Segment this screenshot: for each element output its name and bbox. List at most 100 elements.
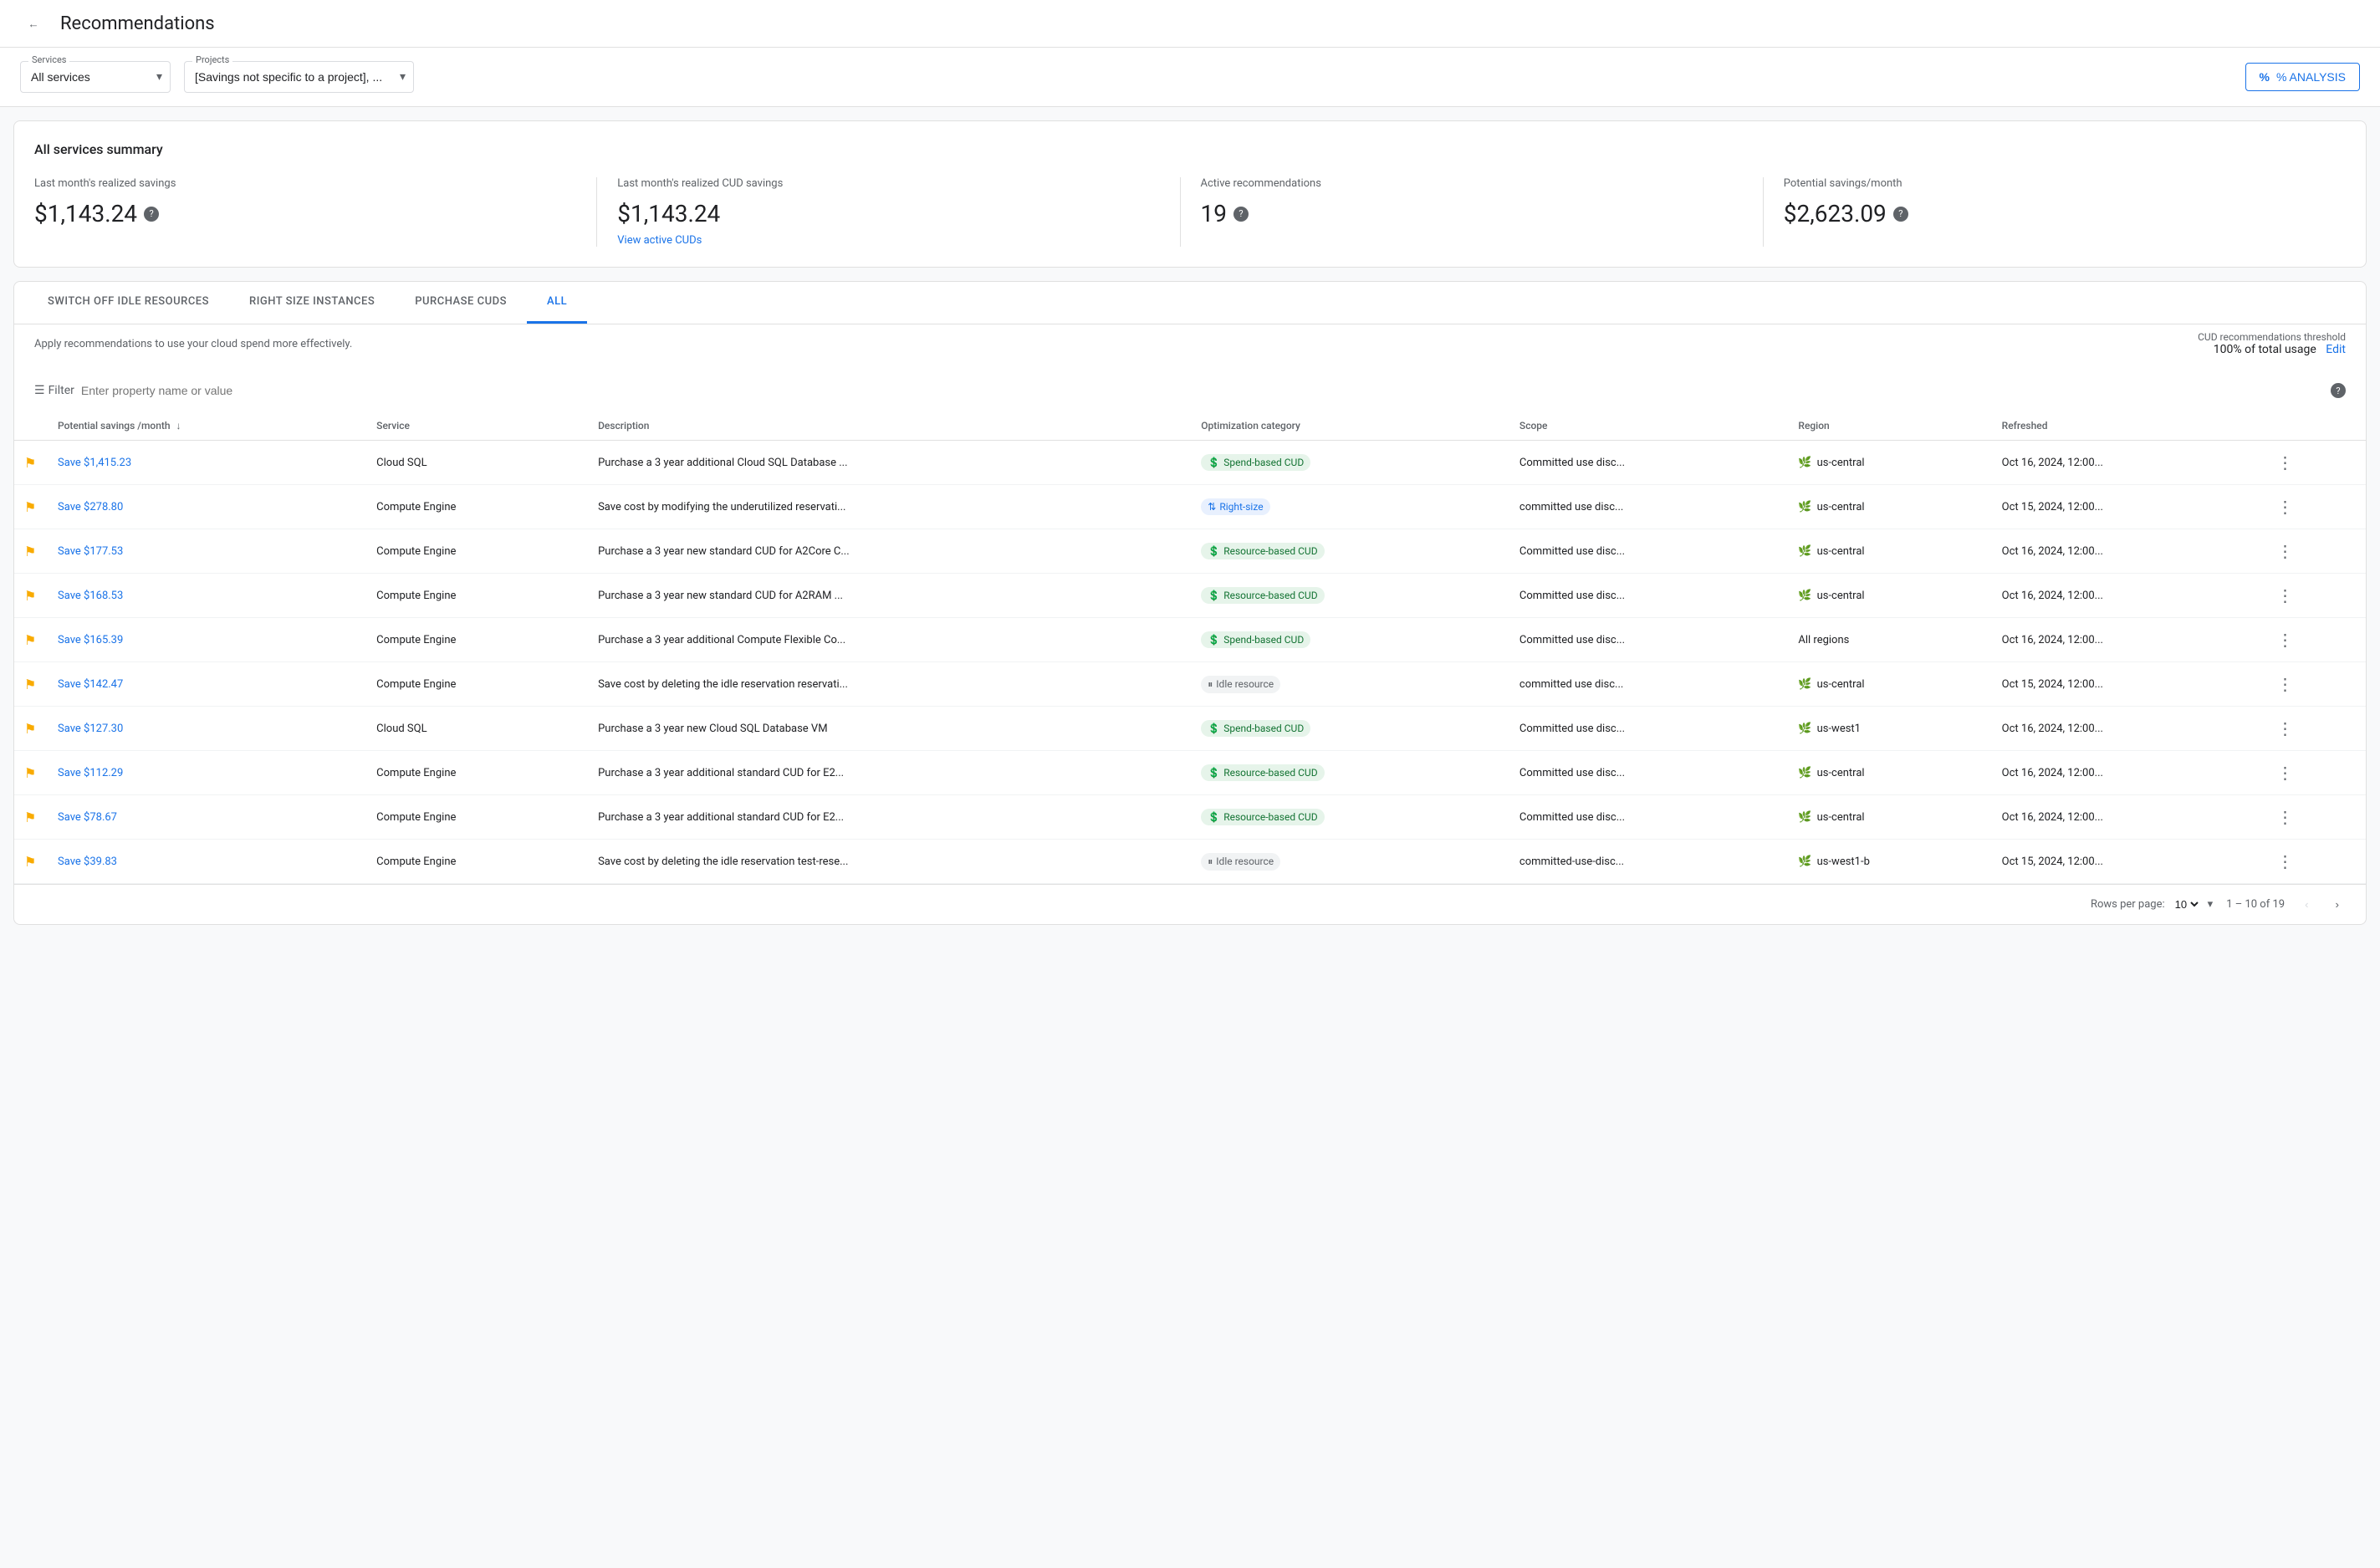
category-cell: 💲 Resource-based CUD <box>1191 529 1509 574</box>
savings-cell: Save $168.53 <box>48 574 366 618</box>
scope-cell: committed-use-disc... <box>1509 840 1788 884</box>
projects-filter[interactable]: Projects [Savings not specific to a proj… <box>184 61 414 93</box>
more-actions-button[interactable]: ⋮ <box>2272 449 2299 476</box>
realized-savings-info-icon[interactable]: ? <box>144 207 159 222</box>
tab-purchase-cuds[interactable]: PURCHASE CUDS <box>395 282 527 324</box>
view-active-cuds-link[interactable]: View active CUDs <box>617 234 1159 247</box>
projects-select[interactable]: [Savings not specific to a project], ... <box>184 61 414 93</box>
save-link[interactable]: Save $278.80 <box>58 501 123 513</box>
filter-input[interactable] <box>81 384 2331 397</box>
cud-threshold-value: 100% of total usage <box>2214 343 2316 356</box>
more-actions-button[interactable]: ⋮ <box>2272 848 2299 875</box>
flag-icon: ⚑ <box>24 854 36 870</box>
save-link[interactable]: Save $142.47 <box>58 678 123 691</box>
savings-cell: Save $1,415.23 <box>48 441 366 485</box>
summary-card-realized-savings: Last month's realized savings $1,143.24 … <box>34 177 597 247</box>
projects-label: Projects <box>192 54 232 65</box>
more-actions-button[interactable]: ⋮ <box>2272 493 2299 520</box>
pagination: Rows per page: 10 ▾ 1 – 10 of 19 ‹ › <box>14 884 2366 924</box>
more-actions-button[interactable]: ⋮ <box>2272 538 2299 564</box>
table-row: ⚑ Save $278.80 Compute Engine Save cost … <box>14 485 2366 529</box>
tab-switch-off-idle[interactable]: SWITCH OFF IDLE RESOURCES <box>28 282 229 324</box>
realized-savings-value: $1,143.24 ? <box>34 200 576 227</box>
potential-savings-info-icon[interactable]: ? <box>1893 207 1908 222</box>
tab-all[interactable]: ALL <box>527 282 587 324</box>
table-row: ⚑ Save $112.29 Compute Engine Purchase a… <box>14 751 2366 795</box>
leaf-icon: 🌿 <box>1798 545 1811 558</box>
save-link[interactable]: Save $78.67 <box>58 811 117 824</box>
rows-per-page-select[interactable]: 10 <box>2172 897 2201 912</box>
services-filter[interactable]: Services All services ▾ <box>20 61 171 93</box>
col-region: Region <box>1788 411 1991 441</box>
active-recs-info-icon[interactable]: ? <box>1233 207 1249 222</box>
back-button[interactable]: ← <box>20 10 47 37</box>
description-cell: Purchase a 3 year additional standard CU… <box>588 795 1191 840</box>
savings-cell: Save $127.30 <box>48 707 366 751</box>
more-icon: ⋮ <box>2277 452 2294 473</box>
recommendations-section: SWITCH OFF IDLE RESOURCES RIGHT SIZE INS… <box>13 281 2367 925</box>
service-cell: Compute Engine <box>366 751 588 795</box>
leaf-icon: 🌿 <box>1798 590 1811 602</box>
region-cell: 🌿us-west1 <box>1798 723 1981 735</box>
refreshed-cell: Oct 16, 2024, 12:00... <box>1992 751 2262 795</box>
services-select[interactable]: All services <box>20 61 171 93</box>
more-icon: ⋮ <box>2277 497 2294 518</box>
category-badge: ⇅ Right-size <box>1201 498 1269 515</box>
save-link[interactable]: Save $1,415.23 <box>58 457 131 469</box>
refreshed-cell: Oct 15, 2024, 12:00... <box>1992 840 2262 884</box>
filter-left: ☰ Filter <box>34 384 2331 397</box>
prev-page-button[interactable]: ‹ <box>2298 895 2315 914</box>
cud-threshold-label: CUD recommendations threshold <box>2198 331 2346 343</box>
summary-card-active-recs: Active recommendations 19 ? <box>1181 177 1764 247</box>
savings-cell: Save $177.53 <box>48 529 366 574</box>
more-actions-button[interactable]: ⋮ <box>2272 715 2299 742</box>
category-icon: 💲 <box>1208 634 1220 646</box>
actions-cell: ⋮ <box>2262 529 2367 574</box>
region-td: 🌿us-central <box>1788 529 1991 574</box>
realized-savings-label: Last month's realized savings <box>34 177 576 190</box>
save-link[interactable]: Save $165.39 <box>58 634 123 646</box>
more-actions-button[interactable]: ⋮ <box>2272 626 2299 653</box>
category-badge: 💲 Resource-based CUD <box>1201 587 1324 604</box>
refreshed-cell: Oct 16, 2024, 12:00... <box>1992 529 2262 574</box>
save-link[interactable]: Save $112.29 <box>58 767 123 779</box>
col-category: Optimization category <box>1191 411 1509 441</box>
region-cell: 🌿us-central <box>1798 545 1981 558</box>
col-savings[interactable]: Potential savings /month ↓ <box>48 411 366 441</box>
actions-cell: ⋮ <box>2262 795 2367 840</box>
more-icon: ⋮ <box>2277 763 2294 784</box>
leaf-icon: 🌿 <box>1798 723 1811 735</box>
filter-help-icon[interactable]: ? <box>2331 383 2346 398</box>
tab-right-size[interactable]: RIGHT SIZE INSTANCES <box>229 282 395 324</box>
region-td: 🌿us-central <box>1788 574 1991 618</box>
save-link[interactable]: Save $168.53 <box>58 590 123 602</box>
save-link[interactable]: Save $39.83 <box>58 856 117 868</box>
flag-cell: ⚑ <box>14 707 48 751</box>
more-actions-button[interactable]: ⋮ <box>2272 804 2299 830</box>
cud-savings-label: Last month's realized CUD savings <box>617 177 1159 190</box>
save-link[interactable]: Save $127.30 <box>58 723 123 735</box>
flag-cell: ⚑ <box>14 662 48 707</box>
actions-cell: ⋮ <box>2262 618 2367 662</box>
region-td: 🌿us-central <box>1788 662 1991 707</box>
save-link[interactable]: Save $177.53 <box>58 545 123 558</box>
more-actions-button[interactable]: ⋮ <box>2272 671 2299 697</box>
leaf-icon: 🌿 <box>1798 856 1811 868</box>
next-page-button[interactable]: › <box>2329 895 2346 914</box>
description-cell: Save cost by deleting the idle reservati… <box>588 662 1191 707</box>
region-cell: 🌿us-west1-b <box>1798 856 1981 868</box>
more-actions-button[interactable]: ⋮ <box>2272 759 2299 786</box>
apply-text: Apply recommendations to use your cloud … <box>34 338 352 350</box>
analysis-button[interactable]: % % ANALYSIS <box>2245 63 2360 91</box>
savings-cell: Save $165.39 <box>48 618 366 662</box>
region-cell: 🌿us-central <box>1798 590 1981 602</box>
refreshed-cell: Oct 15, 2024, 12:00... <box>1992 485 2262 529</box>
more-actions-button[interactable]: ⋮ <box>2272 582 2299 609</box>
cud-threshold-edit-link[interactable]: Edit <box>2326 343 2346 356</box>
more-icon: ⋮ <box>2277 674 2294 695</box>
filter-label: Filter <box>49 384 74 397</box>
flag-icon: ⚑ <box>24 455 36 471</box>
category-icon: 💲 <box>1208 590 1220 601</box>
summary-cards: Last month's realized savings $1,143.24 … <box>34 177 2346 247</box>
category-badge: 💲 Resource-based CUD <box>1201 809 1324 825</box>
